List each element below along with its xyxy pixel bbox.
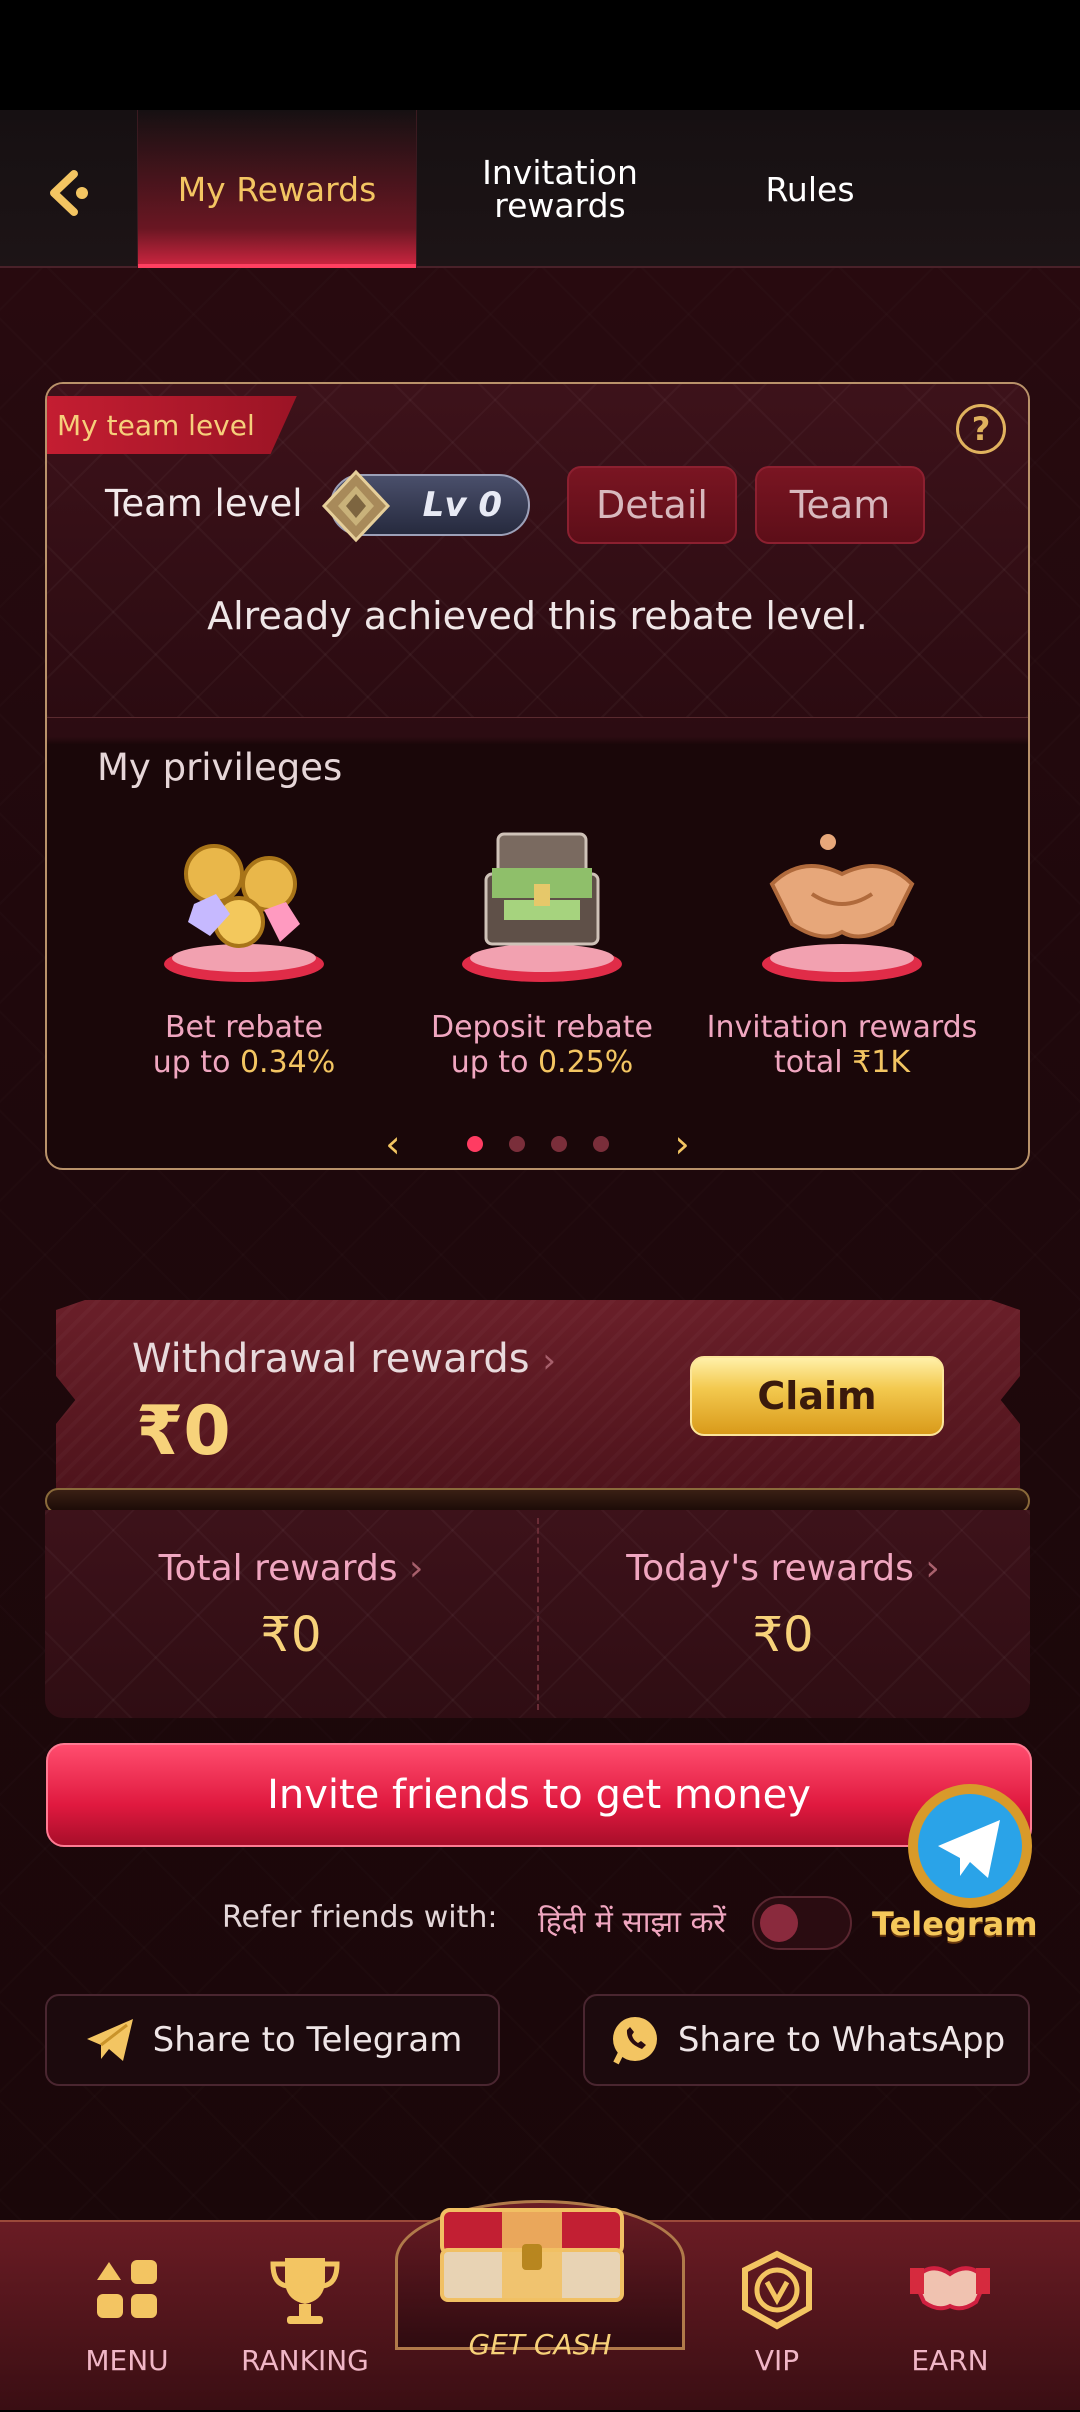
help-icon[interactable]: ? [956,404,1006,454]
nav-earn[interactable]: EARN [875,2250,1025,2377]
nav-vip-label: VIP [754,2344,800,2377]
telegram-float-label: Telegram [872,1905,1038,1943]
menu-grid-icon [97,2260,157,2318]
privilege-value-prefix: total [774,1045,853,1080]
claim-button[interactable]: Claim [690,1356,944,1436]
nav-ranking[interactable]: RANKING [230,2250,380,2377]
privileges-pager: ‹ › [47,1124,1028,1164]
withdrawal-amount: ₹0 [136,1392,231,1471]
privilege-value-number: 0.25% [537,1045,634,1080]
pager-dot[interactable] [550,1136,567,1152]
privilege-name: Invitation rewards [706,1010,978,1045]
share-telegram-label: Share to Telegram [152,2020,463,2060]
privilege-value: total ₹1K [697,1045,987,1080]
team-level-ribbon: My team level [47,396,297,454]
privilege-value: up to 0.34% [99,1045,389,1080]
paper-plane-icon [86,2019,133,2061]
detail-button[interactable]: Detail [567,466,737,544]
gems-coins-icon [164,844,324,982]
toggle-knob [760,1904,798,1942]
handshake-icon [910,2266,990,2311]
nav-get-cash[interactable]: GET CASH [410,2328,670,2361]
tab-label: Rules [765,169,855,209]
nav-get-cash-label: GET CASH [468,2328,612,2361]
top-tab-bar: My Rewards Invitation rewards Rules [0,110,1080,268]
tab-invitation-rewards[interactable]: Invitation rewards [440,110,680,268]
chevron-right-icon: › [397,1548,424,1589]
share-whatsapp-button[interactable]: Share to WhatsApp [583,1994,1030,2086]
nav-earn-label: EARN [911,2344,989,2377]
privilege-bet-rebate: Bet rebate up to 0.34% [99,814,389,1080]
nav-menu[interactable]: MENU [52,2250,202,2377]
level-badge: Lv 0 [321,469,530,543]
total-rewards-label-text: Total rewards [158,1548,398,1589]
share-telegram-button[interactable]: Share to Telegram [45,1994,500,2086]
back-arrow-icon [50,170,88,216]
treasure-chest-icon[interactable] [432,2204,632,2304]
todays-rewards-label-text: Today's rewards [626,1548,914,1589]
privilege-invitation-rewards: Invitation rewards total ₹1K [697,814,987,1080]
tab-label: Invitation rewards [482,153,638,225]
todays-rewards-amount: ₹0 [752,1607,814,1663]
hindi-share-label: हिंदी में साझा करें [538,1905,726,1940]
nav-ranking-label: RANKING [241,2344,369,2377]
team-button[interactable]: Team [755,466,925,544]
treasure-chest-cash-icon [462,832,622,982]
todays-rewards[interactable]: Today's rewards › ₹0 [537,1548,1029,1663]
privilege-deposit-rebate: Deposit rebate up to 0.25% [397,814,687,1080]
diamond-emblem-icon [321,469,391,543]
team-level-label: Team level [105,482,303,525]
total-rewards-amount: ₹0 [260,1607,322,1663]
rewards-totals-panel: Total rewards › ₹0 Today's rewards › ₹0 [45,1510,1030,1718]
achieved-text: Already achieved this rebate level. [207,594,868,638]
vip-shield-icon [742,2250,812,2330]
withdrawal-rewards-link[interactable]: Withdrawal rewards › [132,1336,556,1382]
privilege-value-prefix: up to [450,1045,538,1080]
rewards-page: My Rewards Invitation rewards Rules My t… [0,110,1080,2410]
chevron-right-icon[interactable]: › [635,1125,730,1163]
trophy-icon [270,2258,340,2324]
withdrawal-rewards-label: Withdrawal rewards [132,1336,530,1382]
chevron-left-icon[interactable]: ‹ [345,1125,440,1163]
total-rewards[interactable]: Total rewards › ₹0 [45,1548,537,1663]
todays-rewards-label: Today's rewards › [537,1548,1029,1589]
refer-label: Refer friends with: [222,1900,498,1935]
nav-vip[interactable]: VIP [702,2250,852,2377]
level-text: Lv 0 [422,485,502,525]
privilege-value: up to 0.25% [397,1045,687,1080]
back-button[interactable] [36,158,106,228]
withdrawal-rewards-panel: Withdrawal rewards › ₹0 Claim [56,1300,1020,1500]
chevron-right-icon: › [913,1548,940,1589]
pager-dot[interactable] [466,1136,483,1152]
share-whatsapp-label: Share to WhatsApp [677,2020,1006,2060]
nav-menu-label: MENU [85,2344,169,2377]
team-level-card: My team level ? Team level Lv 0 Detail T… [45,382,1030,1170]
privilege-name: Bet rebate [164,1010,324,1045]
hindi-share-toggle[interactable] [752,1896,852,1950]
privilege-name: Deposit rebate [431,1010,653,1045]
pager-dot[interactable] [592,1136,609,1152]
total-rewards-label: Total rewards › [45,1548,537,1589]
tab-my-rewards[interactable]: My Rewards [137,110,417,268]
privilege-value-prefix: up to [152,1045,240,1080]
chevron-right-icon: › [542,1341,556,1381]
privilege-value-number: ₹1K [852,1045,910,1080]
pager-dot[interactable] [508,1136,525,1152]
handshake-icon [762,834,922,982]
privilege-value-number: 0.34% [239,1045,336,1080]
tab-label: My Rewards [177,169,377,209]
privileges-title: My privileges [97,746,343,789]
tab-rules[interactable]: Rules [700,110,920,268]
whatsapp-icon [612,2017,657,2065]
telegram-icon [908,1784,1032,1908]
